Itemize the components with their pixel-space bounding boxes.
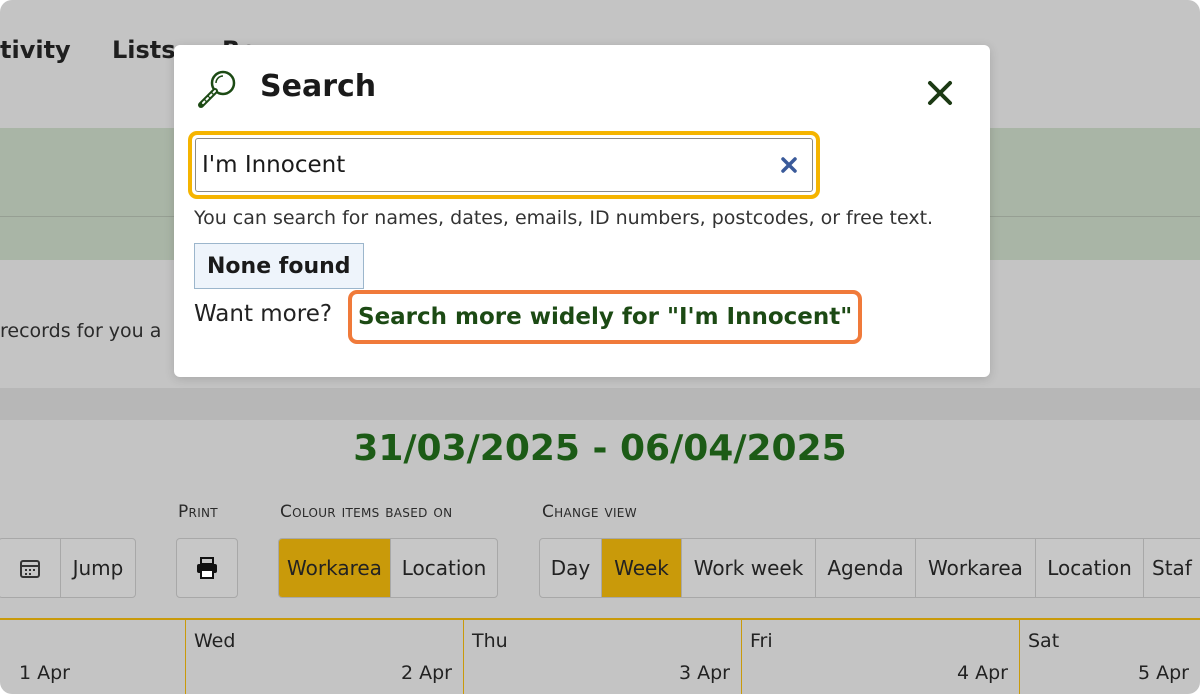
search-input-box xyxy=(195,138,813,192)
calendar-icon xyxy=(19,560,40,578)
day-date: 1 Apr xyxy=(19,662,70,684)
search-dialog: Search You can search for names, dates, … xyxy=(174,45,990,377)
day-name: Sat xyxy=(1028,630,1060,652)
day-column-sat[interactable]: Sat 5 Apr xyxy=(1019,620,1200,694)
colour-by-workarea-button[interactable]: Workarea xyxy=(279,539,391,597)
section-strip xyxy=(0,388,1200,420)
view-day-button[interactable]: Day xyxy=(540,539,602,597)
no-results-badge: None found xyxy=(194,243,364,289)
day-date: 4 Apr xyxy=(957,662,1008,684)
day-column-wed[interactable]: Wed 2 Apr xyxy=(185,620,464,694)
want-more-text: Want more? xyxy=(194,301,333,327)
calendar-header: 1 Apr Wed 2 Apr Thu 3 Apr Fri 4 Apr Sat … xyxy=(0,618,1200,694)
day-column-fri[interactable]: Fri 4 Apr xyxy=(741,620,1020,694)
view-location-button[interactable]: Location xyxy=(1036,539,1144,597)
jump-group: Jump xyxy=(0,538,136,598)
date-range-title: 31/03/2025 - 06/04/2025 xyxy=(353,428,847,469)
day-column-tue: 1 Apr xyxy=(0,620,185,694)
change-view-label: Change view xyxy=(542,502,637,522)
print-button[interactable] xyxy=(177,539,237,597)
clear-search-icon[interactable] xyxy=(778,154,800,176)
nav-item-activity[interactable]: tivity xyxy=(0,36,71,64)
day-date: 2 Apr xyxy=(401,662,452,684)
day-date: 3 Apr xyxy=(679,662,730,684)
view-work-week-button[interactable]: Work week xyxy=(682,539,816,597)
print-label: Print xyxy=(178,502,218,522)
close-icon[interactable] xyxy=(922,75,958,111)
day-date: 5 Apr xyxy=(1138,662,1189,684)
magnifying-glass-icon xyxy=(198,70,236,108)
search-hint: You can search for names, dates, emails,… xyxy=(194,207,934,229)
calendar-picker-button[interactable] xyxy=(0,539,61,597)
day-name: Wed xyxy=(194,630,236,652)
print-group xyxy=(176,538,238,598)
search-input[interactable] xyxy=(202,139,762,191)
records-info-text: records for you a xyxy=(0,320,162,342)
view-agenda-button[interactable]: Agenda xyxy=(816,539,916,597)
colour-items-label: Colour items based on xyxy=(280,502,453,522)
day-name: Fri xyxy=(750,630,773,652)
app-window: tivity Lists Re records for you a 31/03/… xyxy=(0,0,1200,694)
view-week-button[interactable]: Week xyxy=(602,539,682,597)
day-column-thu[interactable]: Thu 3 Apr xyxy=(463,620,742,694)
view-staff-button[interactable]: Staf xyxy=(1144,539,1200,597)
colour-by-location-button[interactable]: Location xyxy=(391,539,497,597)
colour-by-group: Workarea Location xyxy=(278,538,498,598)
search-input-focus-ring xyxy=(188,131,820,199)
nav-item-lists[interactable]: Lists xyxy=(112,36,176,64)
jump-button[interactable]: Jump xyxy=(61,539,135,597)
printer-icon xyxy=(197,557,217,579)
dialog-title: Search xyxy=(260,69,377,104)
view-group: Day Week Work week Agenda Workarea Locat… xyxy=(539,538,1200,598)
view-workarea-button[interactable]: Workarea xyxy=(916,539,1036,597)
day-name: Thu xyxy=(472,630,508,652)
search-more-widely-link[interactable]: Search more widely for "I'm Innocent" xyxy=(348,290,863,344)
